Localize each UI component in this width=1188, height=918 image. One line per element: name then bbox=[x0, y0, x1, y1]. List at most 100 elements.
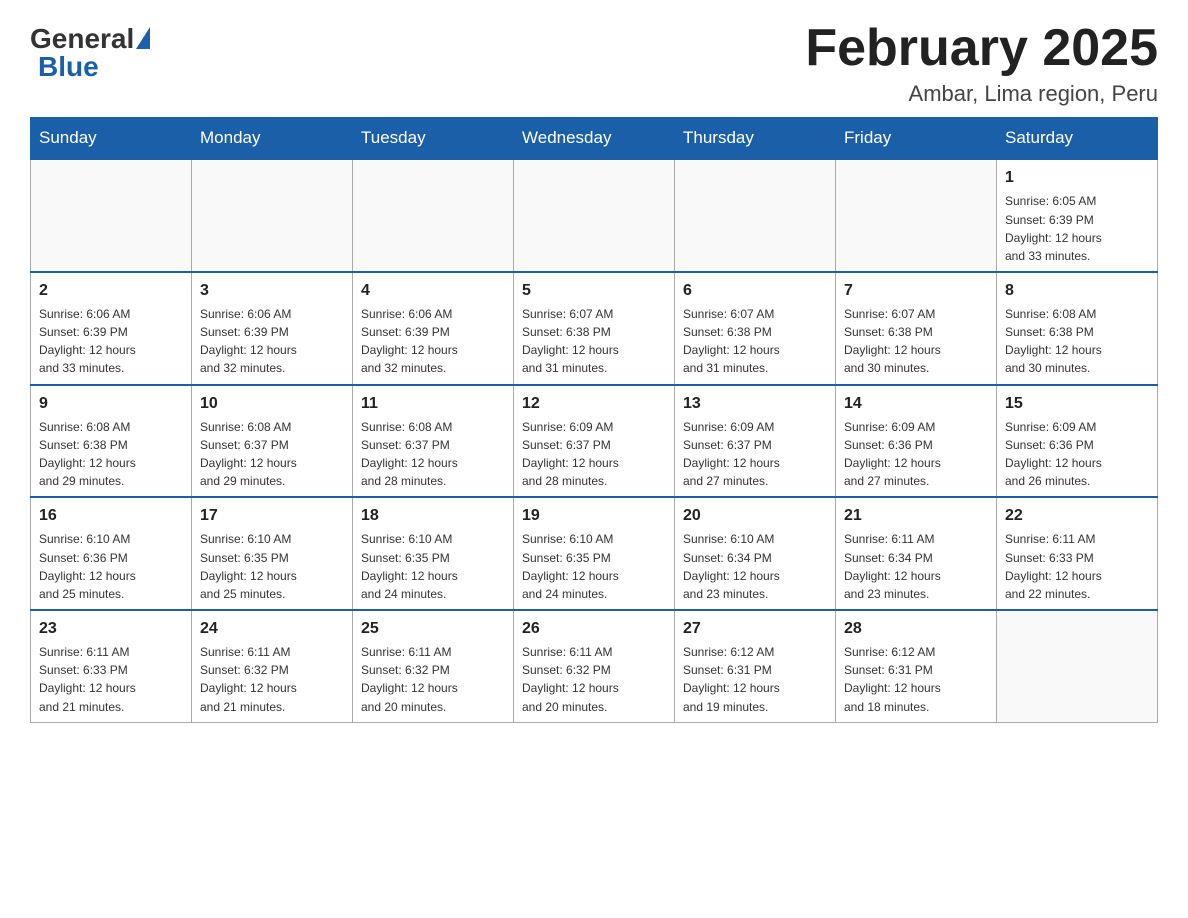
calendar-cell: 9 Sunrise: 6:08 AMSunset: 6:38 PMDaylight… bbox=[31, 385, 192, 498]
day-info: Sunrise: 6:11 AMSunset: 6:32 PMDaylight:… bbox=[361, 645, 458, 713]
page-header: General Blue February 2025 Ambar, Lima r… bbox=[30, 20, 1158, 107]
day-info: Sunrise: 6:11 AMSunset: 6:32 PMDaylight:… bbox=[522, 645, 619, 713]
day-info: Sunrise: 6:10 AMSunset: 6:35 PMDaylight:… bbox=[361, 532, 458, 600]
day-number: 15 bbox=[1005, 392, 1149, 415]
day-info: Sunrise: 6:08 AMSunset: 6:38 PMDaylight:… bbox=[39, 420, 136, 488]
day-info: Sunrise: 6:12 AMSunset: 6:31 PMDaylight:… bbox=[844, 645, 941, 713]
day-info: Sunrise: 6:11 AMSunset: 6:33 PMDaylight:… bbox=[39, 645, 136, 713]
day-info: Sunrise: 6:06 AMSunset: 6:39 PMDaylight:… bbox=[39, 307, 136, 375]
calendar-cell: 21 Sunrise: 6:11 AMSunset: 6:34 PMDayligh… bbox=[836, 497, 997, 610]
day-info: Sunrise: 6:06 AMSunset: 6:39 PMDaylight:… bbox=[361, 307, 458, 375]
day-number: 11 bbox=[361, 392, 505, 415]
day-info: Sunrise: 6:06 AMSunset: 6:39 PMDaylight:… bbox=[200, 307, 297, 375]
title-area: February 2025 Ambar, Lima region, Peru bbox=[805, 20, 1158, 107]
day-number: 5 bbox=[522, 279, 666, 302]
header-tuesday: Tuesday bbox=[353, 118, 514, 160]
day-number: 12 bbox=[522, 392, 666, 415]
calendar-cell: 27 Sunrise: 6:12 AMSunset: 6:31 PMDayligh… bbox=[675, 610, 836, 722]
calendar-cell: 3 Sunrise: 6:06 AMSunset: 6:39 PMDaylight… bbox=[192, 272, 353, 385]
calendar-cell: 16 Sunrise: 6:10 AMSunset: 6:36 PMDayligh… bbox=[31, 497, 192, 610]
day-number: 18 bbox=[361, 504, 505, 527]
calendar-cell: 14 Sunrise: 6:09 AMSunset: 6:36 PMDayligh… bbox=[836, 385, 997, 498]
day-number: 9 bbox=[39, 392, 183, 415]
location-title: Ambar, Lima region, Peru bbox=[805, 81, 1158, 107]
day-info: Sunrise: 6:09 AMSunset: 6:36 PMDaylight:… bbox=[1005, 420, 1102, 488]
day-number: 7 bbox=[844, 279, 988, 302]
day-number: 28 bbox=[844, 617, 988, 640]
week-row-5: 23 Sunrise: 6:11 AMSunset: 6:33 PMDayligh… bbox=[31, 610, 1158, 722]
calendar-table: Sunday Monday Tuesday Wednesday Thursday… bbox=[30, 117, 1158, 722]
day-info: Sunrise: 6:10 AMSunset: 6:35 PMDaylight:… bbox=[200, 532, 297, 600]
day-number: 2 bbox=[39, 279, 183, 302]
month-title: February 2025 bbox=[805, 20, 1158, 77]
calendar-cell: 18 Sunrise: 6:10 AMSunset: 6:35 PMDayligh… bbox=[353, 497, 514, 610]
day-number: 23 bbox=[39, 617, 183, 640]
day-number: 14 bbox=[844, 392, 988, 415]
day-number: 24 bbox=[200, 617, 344, 640]
day-info: Sunrise: 6:10 AMSunset: 6:36 PMDaylight:… bbox=[39, 532, 136, 600]
logo-blue-text: Blue bbox=[38, 53, 99, 81]
week-row-2: 2 Sunrise: 6:06 AMSunset: 6:39 PMDaylight… bbox=[31, 272, 1158, 385]
calendar-cell: 1Sunrise: 6:05 AMSunset: 6:39 PMDaylight… bbox=[997, 159, 1158, 272]
logo: General Blue bbox=[30, 20, 150, 81]
day-info: Sunrise: 6:07 AMSunset: 6:38 PMDaylight:… bbox=[683, 307, 780, 375]
day-number: 26 bbox=[522, 617, 666, 640]
header-wednesday: Wednesday bbox=[514, 118, 675, 160]
day-info: Sunrise: 6:09 AMSunset: 6:37 PMDaylight:… bbox=[522, 420, 619, 488]
day-number: 25 bbox=[361, 617, 505, 640]
day-number: 16 bbox=[39, 504, 183, 527]
calendar-cell bbox=[192, 159, 353, 272]
day-number: 10 bbox=[200, 392, 344, 415]
day-info: Sunrise: 6:12 AMSunset: 6:31 PMDaylight:… bbox=[683, 645, 780, 713]
day-info: Sunrise: 6:10 AMSunset: 6:34 PMDaylight:… bbox=[683, 532, 780, 600]
calendar-cell: 6 Sunrise: 6:07 AMSunset: 6:38 PMDaylight… bbox=[675, 272, 836, 385]
day-number: 17 bbox=[200, 504, 344, 527]
header-friday: Friday bbox=[836, 118, 997, 160]
calendar-cell bbox=[997, 610, 1158, 722]
calendar-cell: 7Sunrise: 6:07 AMSunset: 6:38 PMDaylight… bbox=[836, 272, 997, 385]
day-number: 1 bbox=[1005, 166, 1149, 189]
calendar-cell: 2 Sunrise: 6:06 AMSunset: 6:39 PMDaylight… bbox=[31, 272, 192, 385]
calendar-cell: 8Sunrise: 6:08 AMSunset: 6:38 PMDaylight… bbox=[997, 272, 1158, 385]
calendar-cell: 11 Sunrise: 6:08 AMSunset: 6:37 PMDayligh… bbox=[353, 385, 514, 498]
day-info: Sunrise: 6:08 AMSunset: 6:37 PMDaylight:… bbox=[361, 420, 458, 488]
calendar-cell: 25 Sunrise: 6:11 AMSunset: 6:32 PMDayligh… bbox=[353, 610, 514, 722]
day-number: 6 bbox=[683, 279, 827, 302]
calendar-cell bbox=[31, 159, 192, 272]
calendar-cell bbox=[836, 159, 997, 272]
logo-general-text: General bbox=[30, 25, 134, 53]
week-row-1: 1Sunrise: 6:05 AMSunset: 6:39 PMDaylight… bbox=[31, 159, 1158, 272]
calendar-cell bbox=[353, 159, 514, 272]
calendar-cell: 10Sunrise: 6:08 AMSunset: 6:37 PMDayligh… bbox=[192, 385, 353, 498]
day-number: 8 bbox=[1005, 279, 1149, 302]
day-info: Sunrise: 6:09 AMSunset: 6:36 PMDaylight:… bbox=[844, 420, 941, 488]
calendar-cell: 17 Sunrise: 6:10 AMSunset: 6:35 PMDayligh… bbox=[192, 497, 353, 610]
calendar-cell: 15 Sunrise: 6:09 AMSunset: 6:36 PMDayligh… bbox=[997, 385, 1158, 498]
calendar-cell bbox=[675, 159, 836, 272]
calendar-cell: 28 Sunrise: 6:12 AMSunset: 6:31 PMDayligh… bbox=[836, 610, 997, 722]
day-number: 21 bbox=[844, 504, 988, 527]
day-number: 27 bbox=[683, 617, 827, 640]
day-number: 22 bbox=[1005, 504, 1149, 527]
day-info: Sunrise: 6:07 AMSunset: 6:38 PMDaylight:… bbox=[522, 307, 619, 375]
day-info: Sunrise: 6:11 AMSunset: 6:34 PMDaylight:… bbox=[844, 532, 941, 600]
calendar-cell: 13 Sunrise: 6:09 AMSunset: 6:37 PMDayligh… bbox=[675, 385, 836, 498]
day-number: 13 bbox=[683, 392, 827, 415]
day-info: Sunrise: 6:09 AMSunset: 6:37 PMDaylight:… bbox=[683, 420, 780, 488]
day-number: 20 bbox=[683, 504, 827, 527]
calendar-cell: 22 Sunrise: 6:11 AMSunset: 6:33 PMDayligh… bbox=[997, 497, 1158, 610]
day-number: 4 bbox=[361, 279, 505, 302]
calendar-cell: 20 Sunrise: 6:10 AMSunset: 6:34 PMDayligh… bbox=[675, 497, 836, 610]
calendar-cell: 5 Sunrise: 6:07 AMSunset: 6:38 PMDaylight… bbox=[514, 272, 675, 385]
day-number: 19 bbox=[522, 504, 666, 527]
day-info: Sunrise: 6:11 AMSunset: 6:33 PMDaylight:… bbox=[1005, 532, 1102, 600]
day-info: Sunrise: 6:10 AMSunset: 6:35 PMDaylight:… bbox=[522, 532, 619, 600]
calendar-cell: 12 Sunrise: 6:09 AMSunset: 6:37 PMDayligh… bbox=[514, 385, 675, 498]
calendar-cell: 24Sunrise: 6:11 AMSunset: 6:32 PMDayligh… bbox=[192, 610, 353, 722]
day-number: 3 bbox=[200, 279, 344, 302]
logo-triangle-icon bbox=[136, 27, 150, 49]
weekday-header-row: Sunday Monday Tuesday Wednesday Thursday… bbox=[31, 118, 1158, 160]
calendar-cell: 23 Sunrise: 6:11 AMSunset: 6:33 PMDayligh… bbox=[31, 610, 192, 722]
calendar-cell: 19 Sunrise: 6:10 AMSunset: 6:35 PMDayligh… bbox=[514, 497, 675, 610]
week-row-3: 9 Sunrise: 6:08 AMSunset: 6:38 PMDaylight… bbox=[31, 385, 1158, 498]
